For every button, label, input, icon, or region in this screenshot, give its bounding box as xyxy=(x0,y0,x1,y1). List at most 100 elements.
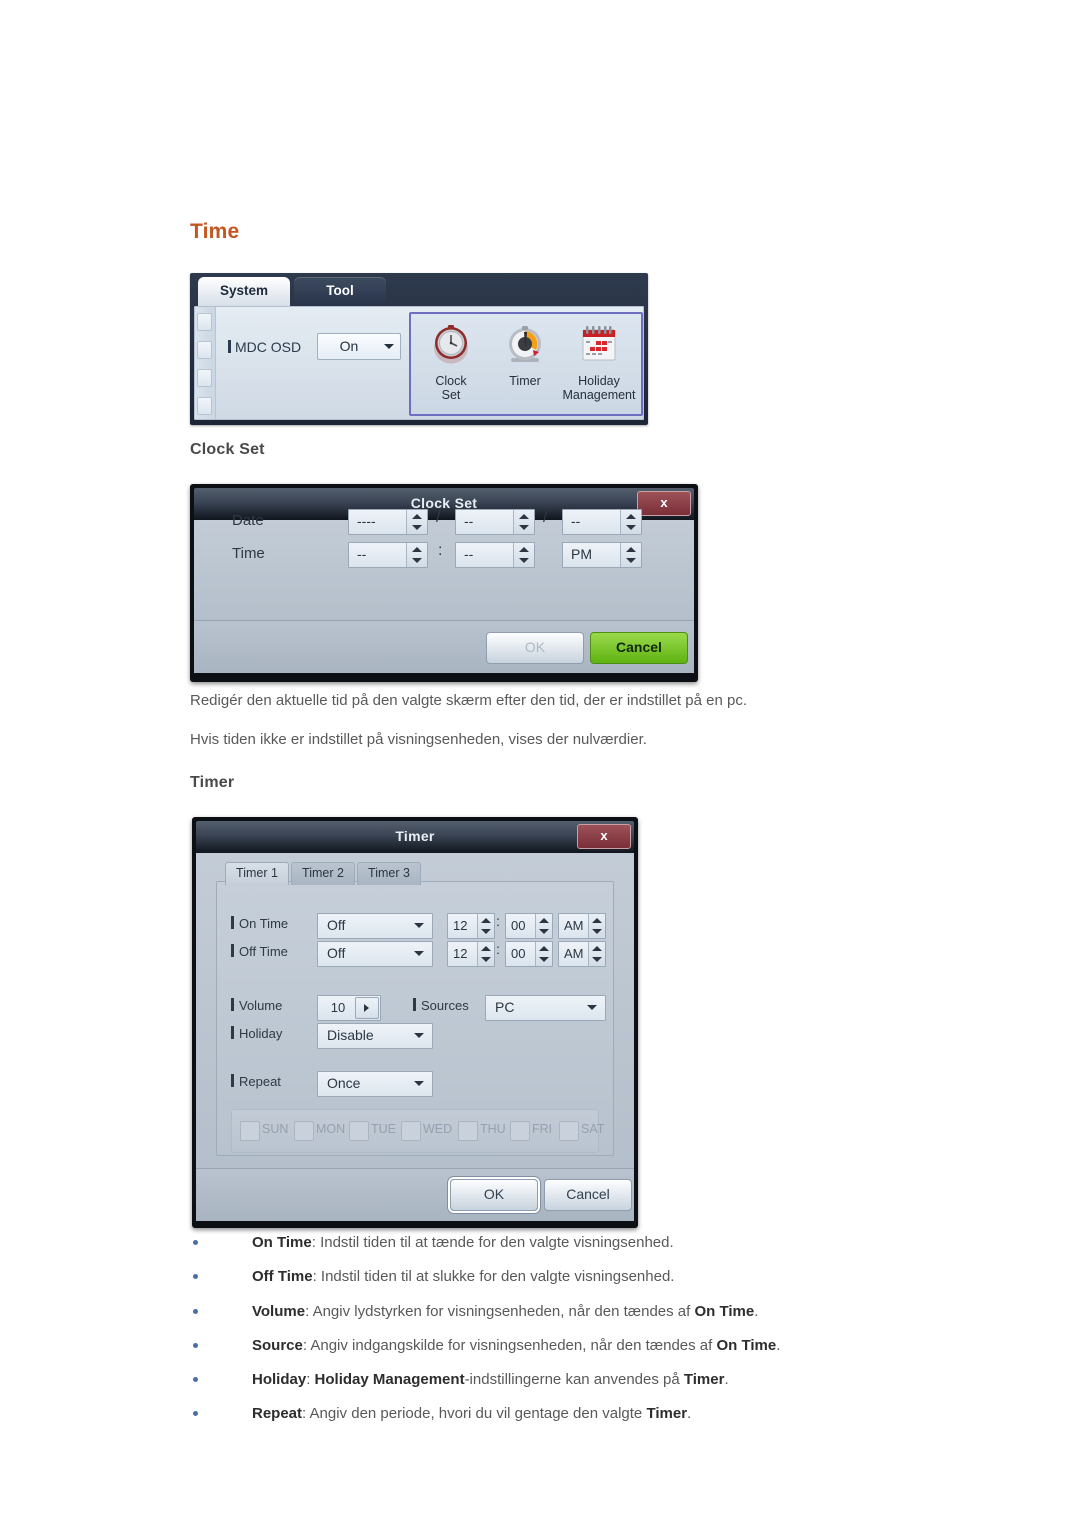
spinner-buttons[interactable] xyxy=(535,942,552,966)
toolbar-item-clock-set[interactable]: Clock Set xyxy=(415,320,487,410)
spinner-up-icon xyxy=(519,514,529,519)
on-time-meridiem-spinner[interactable]: AM xyxy=(558,913,606,939)
timer-panel: Timer 1 Timer 2 Timer 3 On Time Off 12 : xyxy=(216,862,614,1156)
off-time-mode-select[interactable]: Off xyxy=(317,941,433,967)
on-time-mode-select[interactable]: Off xyxy=(317,913,433,939)
spinner-buttons[interactable] xyxy=(406,543,427,567)
date-year-spinner[interactable]: ---- xyxy=(348,509,428,535)
spinner-buttons[interactable] xyxy=(588,914,605,938)
spinner-down-icon xyxy=(539,929,549,934)
weekday-label: WED xyxy=(423,1122,453,1136)
section-heading-timer: Timer xyxy=(190,774,235,791)
checkbox-tue[interactable] xyxy=(349,1121,369,1141)
repeat-value: Once xyxy=(327,1075,361,1091)
toolbar-item-holiday-management[interactable]: Holiday Management xyxy=(563,320,635,410)
toolbar-item-timer[interactable]: Timer xyxy=(489,320,561,410)
on-time-minute-spinner[interactable]: 00 xyxy=(505,913,553,939)
list-item-emph2: Timer xyxy=(683,1371,725,1388)
list-item-emph: On Time xyxy=(694,1302,755,1320)
spinner-up-icon xyxy=(626,514,636,519)
checkbox-wed[interactable] xyxy=(401,1121,421,1141)
dialog-title-bar: Timer x xyxy=(196,821,634,853)
time-separator: : xyxy=(438,542,443,559)
spinner-buttons[interactable] xyxy=(620,510,641,534)
checkbox-sat[interactable] xyxy=(559,1121,579,1141)
label-marker xyxy=(228,340,231,353)
repeat-select[interactable]: Once xyxy=(317,1071,433,1097)
off-time-meridiem-spinner[interactable]: AM xyxy=(558,941,606,967)
dialog-footer: OK Cancel xyxy=(194,620,694,673)
holiday-select[interactable]: Disable xyxy=(317,1023,433,1049)
off-time-meridiem-value: AM xyxy=(564,946,584,961)
spinner-up-icon xyxy=(626,547,636,552)
list-item: Source: Angiv indgangskilde for visnings… xyxy=(190,1335,990,1357)
off-time-separator: : xyxy=(496,941,500,957)
time-minute-spinner[interactable]: -- xyxy=(455,542,535,568)
off-time-label: Off Time xyxy=(231,944,288,959)
dialog-title: Timer xyxy=(395,828,435,844)
checkbox-fri[interactable] xyxy=(510,1121,530,1141)
volume-increase-button[interactable] xyxy=(355,997,379,1019)
spinner-buttons[interactable] xyxy=(406,510,427,534)
off-time-minute-spinner[interactable]: 00 xyxy=(505,941,553,967)
list-item: Holiday: Holiday Management-indstillinge… xyxy=(190,1369,990,1391)
spinner-buttons[interactable] xyxy=(620,543,641,567)
dialog-footer: OK Cancel xyxy=(196,1168,634,1221)
cancel-button[interactable]: Cancel xyxy=(544,1179,632,1211)
checkbox-sun[interactable] xyxy=(240,1121,260,1141)
bullet-icon xyxy=(193,1240,198,1245)
list-item-text-end: . xyxy=(754,1302,759,1320)
ok-button[interactable]: OK xyxy=(486,632,584,664)
dialog-body: Timer 1 Timer 2 Timer 3 On Time Off 12 : xyxy=(196,853,634,1168)
on-time-hour-spinner[interactable]: 12 xyxy=(447,913,495,939)
label-marker xyxy=(231,1074,234,1087)
list-item-text: : Indstil tiden til at tænde for den val… xyxy=(311,1234,674,1251)
tab-timer-1[interactable]: Timer 1 xyxy=(225,862,289,885)
list-item-text-end: . xyxy=(776,1336,781,1354)
toolbar-body: MDC OSD On Clock Set Timer Holiday Manag… xyxy=(194,306,644,420)
spinner-buttons[interactable] xyxy=(513,510,534,534)
checkbox-thu[interactable] xyxy=(458,1121,478,1141)
volume-value: 10 xyxy=(330,1000,346,1015)
close-icon[interactable]: x xyxy=(577,824,631,849)
date-month-spinner[interactable]: -- xyxy=(455,509,535,535)
sources-select[interactable]: PC xyxy=(485,995,606,1021)
tab-timer-3[interactable]: Timer 3 xyxy=(357,862,421,885)
checkbox-mon[interactable] xyxy=(294,1121,314,1141)
clock-icon xyxy=(434,325,468,364)
date-day-spinner[interactable]: -- xyxy=(562,509,642,535)
time-meridiem-value: PM xyxy=(571,546,592,562)
ok-button[interactable]: OK xyxy=(450,1179,538,1211)
time-hour-spinner[interactable]: -- xyxy=(348,542,428,568)
mdc-osd-select[interactable]: On xyxy=(317,333,401,360)
spinner-up-icon xyxy=(481,918,491,923)
spinner-up-icon xyxy=(592,918,602,923)
spinner-buttons[interactable] xyxy=(477,914,494,938)
tab-tool[interactable]: Tool xyxy=(294,277,386,306)
cancel-button[interactable]: Cancel xyxy=(590,632,688,664)
spinner-buttons[interactable] xyxy=(588,942,605,966)
list-item-term: On Time xyxy=(252,1234,312,1251)
spinner-up-icon xyxy=(592,946,602,951)
mdc-osd-label: MDC OSD xyxy=(228,339,301,355)
time-hour-value: -- xyxy=(357,546,367,562)
tab-system[interactable]: System xyxy=(198,277,290,306)
date-separator: / xyxy=(543,509,548,526)
spinner-buttons[interactable] xyxy=(535,914,552,938)
repeat-label: Repeat xyxy=(231,1074,281,1089)
on-time-minute-value: 00 xyxy=(511,918,526,933)
date-month-value: -- xyxy=(464,513,474,529)
on-time-separator: : xyxy=(496,913,500,929)
bullet-icon xyxy=(193,1342,198,1348)
spinner-buttons[interactable] xyxy=(477,942,494,966)
label-marker xyxy=(231,916,234,929)
spinner-buttons[interactable] xyxy=(513,543,534,567)
off-time-hour-spinner[interactable]: 12 xyxy=(447,941,495,967)
tab-timer-2[interactable]: Timer 2 xyxy=(291,862,355,885)
spinner-down-icon xyxy=(626,558,636,563)
close-icon[interactable]: x xyxy=(637,491,691,516)
time-label: Time xyxy=(232,545,265,562)
time-meridiem-spinner[interactable]: PM xyxy=(562,542,642,568)
arrow-right-icon xyxy=(364,1004,369,1012)
bullet-icon xyxy=(193,1377,198,1382)
